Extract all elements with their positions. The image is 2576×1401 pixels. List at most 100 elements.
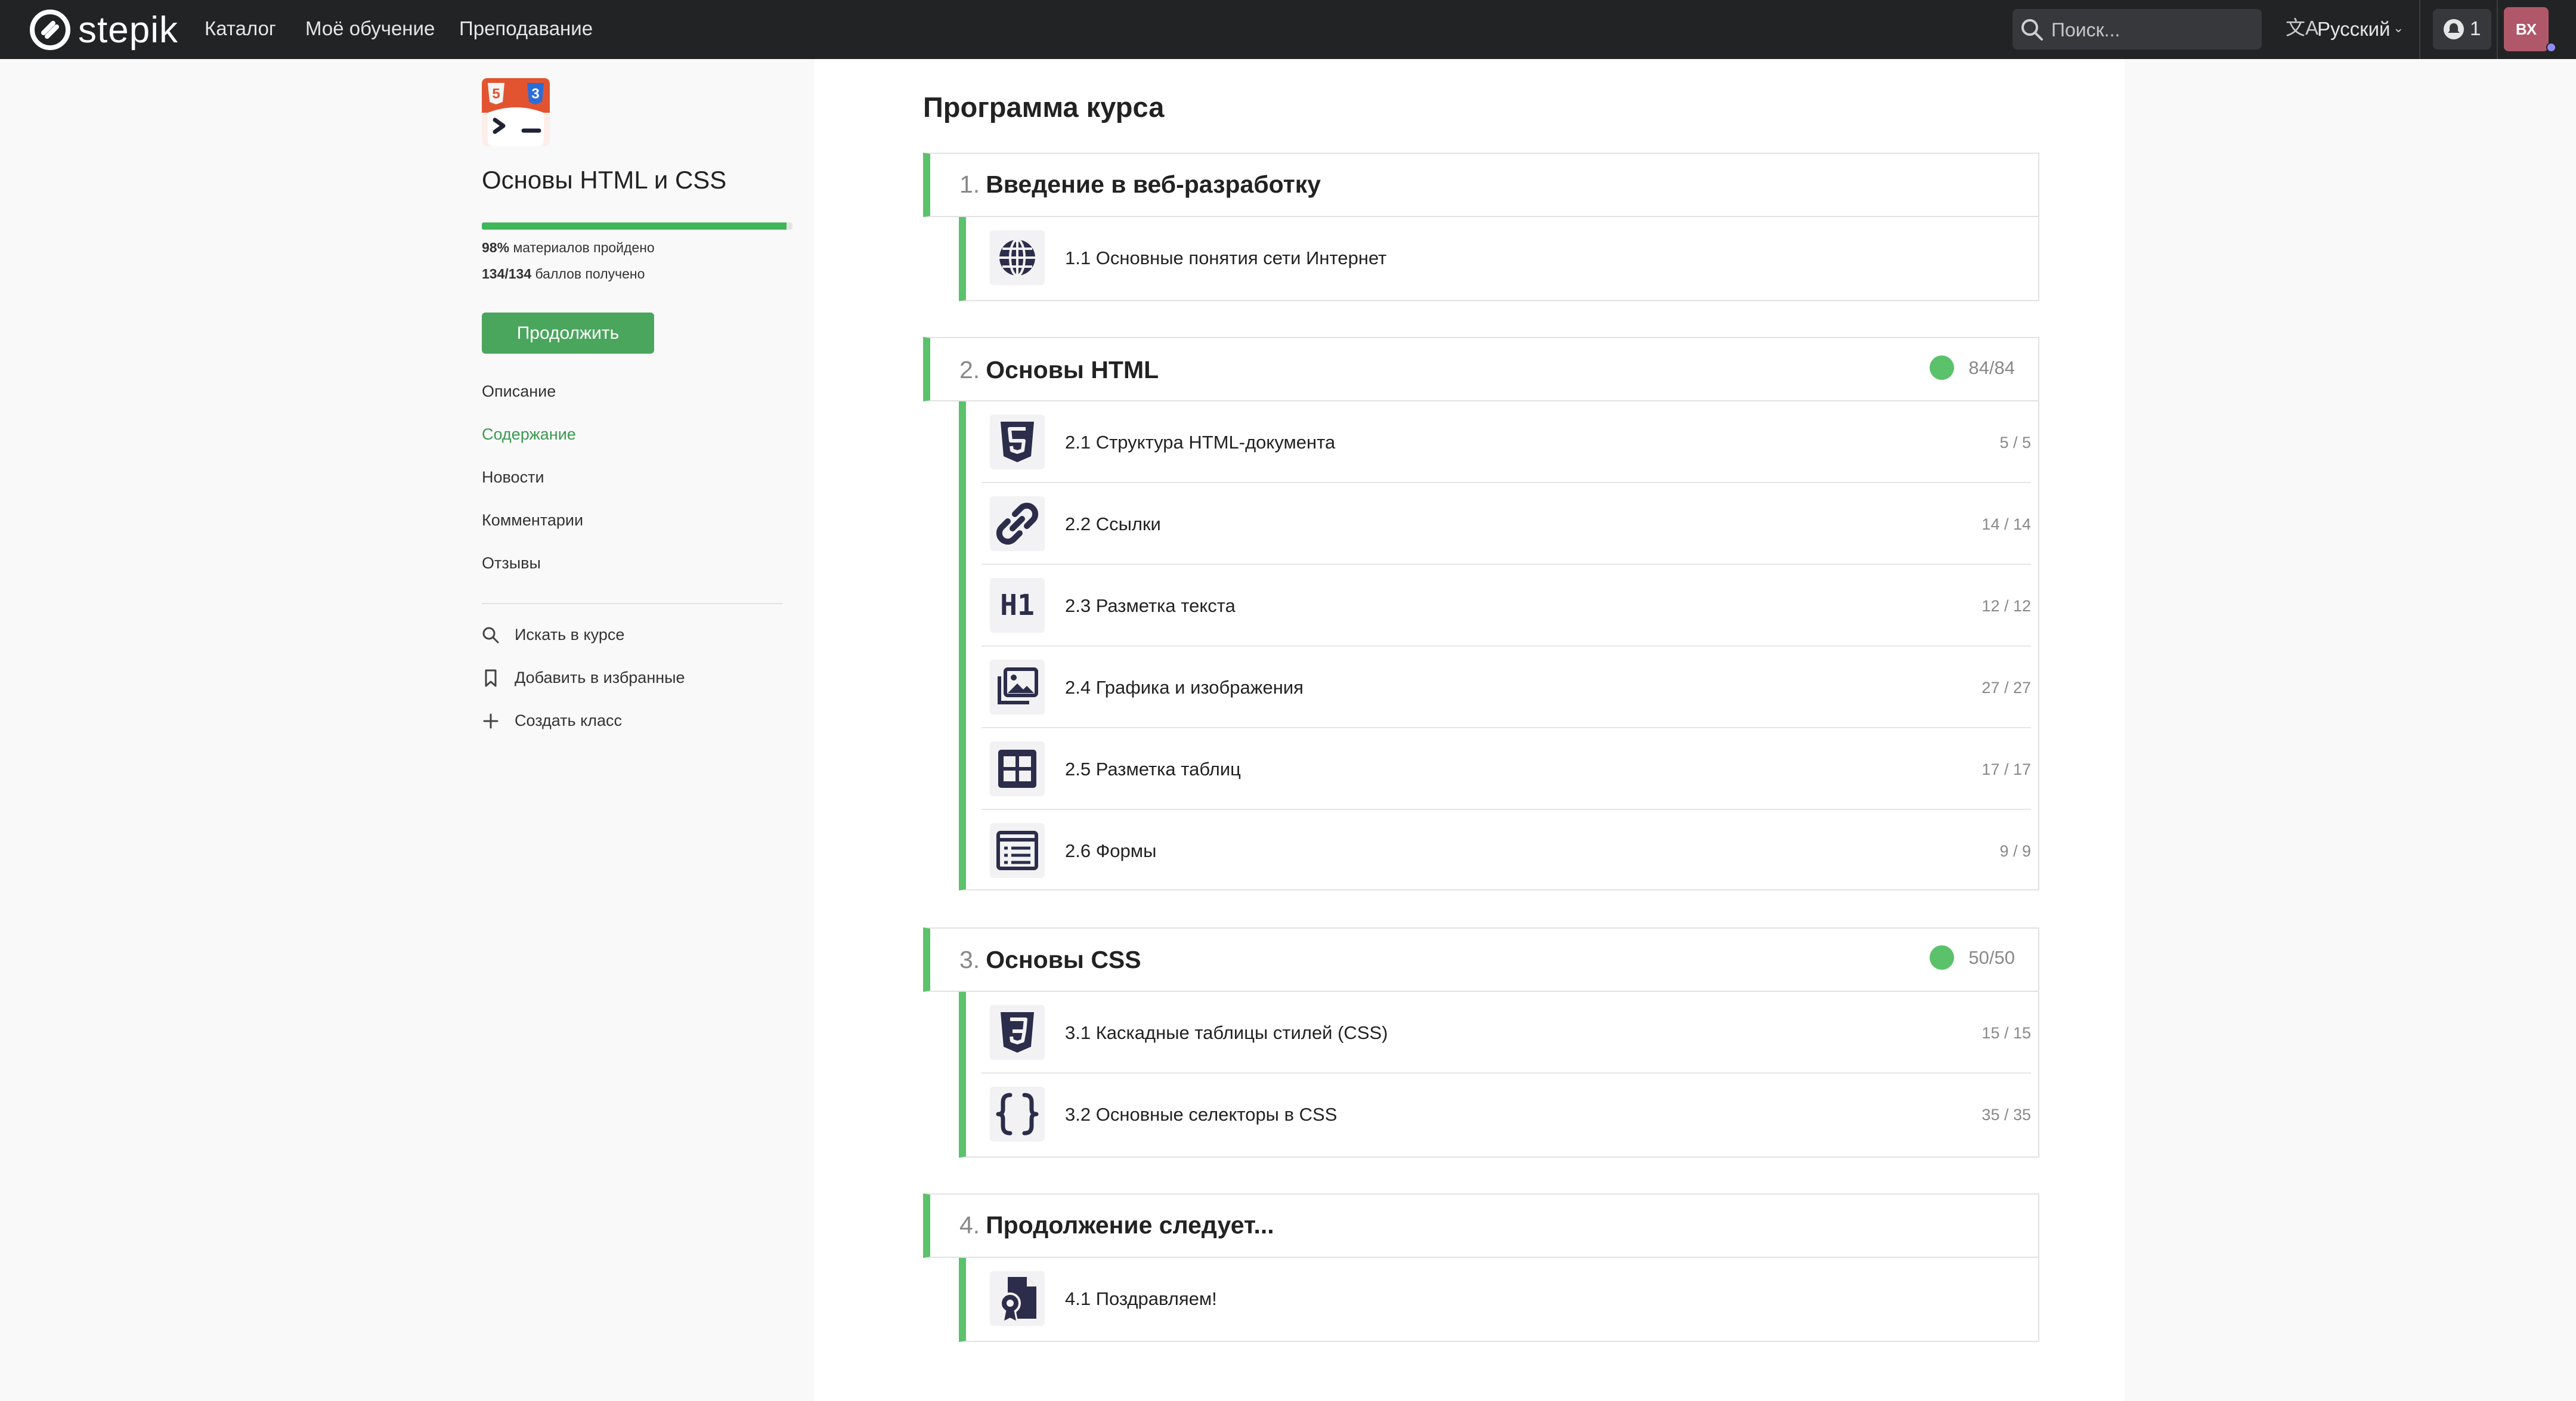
module-number: 2.	[959, 356, 980, 384]
lesson-title: 2.3 Разметка текста	[1065, 595, 1236, 616]
plus-icon	[483, 713, 499, 729]
lesson-item[interactable]: 3.2 Основные селекторы в CSS 35 / 35	[982, 1074, 2031, 1155]
lesson-title: 2.4 Графика и изображения	[1065, 677, 1304, 698]
lesson-item[interactable]: H1 2.3 Разметка текста 12 / 12	[982, 565, 2031, 646]
lesson-item[interactable]: 2.6 Формы 9 / 9	[982, 810, 2031, 891]
translate-icon[interactable]: 文A	[2286, 18, 2318, 38]
lesson-title: 2.5 Разметка таблиц	[1065, 759, 1241, 780]
module-number: 1.	[959, 171, 980, 198]
course-progress-bar	[482, 222, 792, 230]
module-number: 4.	[959, 1211, 980, 1239]
table-icon	[990, 741, 1045, 796]
lesson-list: 2.1 Структура HTML-документа 5 / 5 2.2 С…	[959, 401, 2039, 890]
course-progress-fill	[482, 222, 787, 230]
svg-text:3: 3	[531, 86, 539, 102]
top-navbar: stepik Каталог Моё обучение Преподавание…	[0, 0, 2576, 59]
curly-braces-icon	[990, 1087, 1045, 1142]
create-class-link[interactable]: Создать класс	[515, 713, 622, 729]
lesson-title: 3.1 Каскадные таблицы стилей (CSS)	[1065, 1022, 1388, 1043]
lesson-title: 4.1 Поздравляем!	[1065, 1288, 1217, 1309]
module-title[interactable]: 2. Основы HTML	[959, 358, 1159, 382]
svg-text:H1: H1	[1000, 589, 1035, 622]
bookmark-icon	[485, 669, 497, 687]
logo-text[interactable]: stepik	[78, 12, 178, 49]
html5-icon	[990, 415, 1045, 469]
add-to-favorites-link[interactable]: Добавить в избранные	[515, 670, 685, 686]
materials-value: 98%	[482, 240, 510, 255]
lesson-score: 27 / 27	[1981, 679, 2031, 697]
lesson-item[interactable]: 2.2 Ссылки 14 / 14	[982, 483, 2031, 564]
nav-link-catalog[interactable]: Каталог	[205, 18, 276, 38]
globe-icon	[990, 230, 1045, 285]
nav-link-my-learning[interactable]: Моё обучение	[305, 18, 435, 38]
module-title[interactable]: 3. Основы CSS	[959, 948, 1141, 972]
lesson-score: 5 / 5	[1999, 434, 2031, 451]
sidebar-item-reviews[interactable]: Отзывы	[482, 555, 541, 571]
module-complete-indicator	[1930, 945, 1954, 970]
module-score: 84/84	[1968, 357, 2015, 378]
language-selector[interactable]: Русский	[2317, 19, 2390, 39]
lesson-score: 14 / 14	[1981, 515, 2031, 533]
module-name: Введение в веб-разработку	[986, 171, 1321, 198]
module-complete-indicator	[1930, 355, 1954, 380]
sidebar-item-contents[interactable]: Содержание	[482, 426, 576, 443]
images-icon	[990, 660, 1045, 715]
sidebar-item-description[interactable]: Описание	[482, 384, 556, 400]
points-label: баллов получено	[535, 266, 645, 282]
module-number: 3.	[959, 946, 980, 973]
form-icon	[990, 823, 1045, 878]
module-title[interactable]: 4. Продолжение следует...	[959, 1213, 1274, 1238]
notification-bell-icon	[2444, 19, 2464, 39]
lesson-item[interactable]: 1.1 Основные понятия сети Интернет	[982, 217, 2031, 298]
status-dot	[2546, 42, 2556, 52]
lesson-title: 3.2 Основные селекторы в CSS	[1065, 1104, 1337, 1125]
navbar-divider	[2419, 0, 2420, 59]
chevron-down-icon[interactable]: ⌄	[2393, 21, 2404, 35]
lesson-item[interactable]: 2.5 Разметка таблиц 17 / 17	[982, 728, 2031, 809]
lesson-title: 2.2 Ссылки	[1065, 514, 1161, 534]
navbar-divider	[2497, 0, 2498, 59]
lesson-list: 4.1 Поздравляем!	[959, 1258, 2039, 1342]
module-name: Основы CSS	[986, 946, 1141, 973]
search-input[interactable]	[2051, 15, 2248, 45]
course-title: Основы HTML и CSS	[482, 166, 727, 194]
module-score: 50/50	[1968, 947, 2015, 968]
lesson-title: 2.6 Формы	[1065, 840, 1157, 861]
lesson-score: 35 / 35	[1981, 1106, 2031, 1124]
materials-progress: 98% материалов пройдено	[482, 241, 655, 255]
lesson-item[interactable]: 3.1 Каскадные таблицы стилей (CSS) 15 / …	[982, 992, 2031, 1073]
continue-button[interactable]: Продолжить	[482, 313, 654, 354]
module-name: Основы HTML	[986, 356, 1159, 384]
lesson-list: 1.1 Основные понятия сети Интернет	[959, 217, 2039, 301]
points-value: 134/134	[482, 266, 532, 282]
course-logo-icon: 5 3	[482, 78, 550, 146]
user-avatar[interactable]: ВХ	[2504, 7, 2549, 51]
program-title: Программа курса	[923, 91, 1165, 123]
lesson-item[interactable]: 4.1 Поздравляем!	[982, 1258, 2031, 1339]
module-title[interactable]: 1. Введение в веб-разработку	[959, 172, 1321, 197]
lesson-score: 15 / 15	[1981, 1024, 2031, 1042]
lesson-score: 12 / 12	[1981, 597, 2031, 615]
sidebar-item-news[interactable]: Новости	[482, 469, 544, 485]
notifications-count: 1	[2470, 17, 2481, 39]
link-icon	[990, 496, 1045, 551]
lesson-score: 17 / 17	[1981, 760, 2031, 778]
search-in-course-link[interactable]: Искать в курсе	[515, 627, 624, 643]
certificate-icon	[990, 1271, 1045, 1326]
materials-label: материалов пройдено	[513, 240, 655, 255]
sidebar-item-comments[interactable]: Комментарии	[482, 512, 583, 528]
nav-link-teaching[interactable]: Преподавание	[459, 18, 593, 38]
lesson-item[interactable]: 2.1 Структура HTML-документа 5 / 5	[982, 401, 2031, 483]
svg-text:5: 5	[492, 86, 500, 102]
module-name: Продолжение следует...	[986, 1211, 1274, 1239]
sidebar-divider	[482, 603, 783, 604]
search-icon	[2021, 19, 2043, 41]
stepik-logo-icon[interactable]	[29, 9, 71, 51]
css3-icon	[990, 1005, 1045, 1060]
lesson-item[interactable]: 2.4 Графика и изображения 27 / 27	[982, 647, 2031, 728]
lesson-title: 2.1 Структура HTML-документа	[1065, 432, 1336, 453]
sidebar-panel	[0, 59, 815, 1401]
points-progress: 134/134 баллов получено	[482, 267, 645, 281]
lesson-title: 1.1 Основные понятия сети Интернет	[1065, 248, 1387, 268]
lesson-score: 9 / 9	[1999, 842, 2031, 860]
